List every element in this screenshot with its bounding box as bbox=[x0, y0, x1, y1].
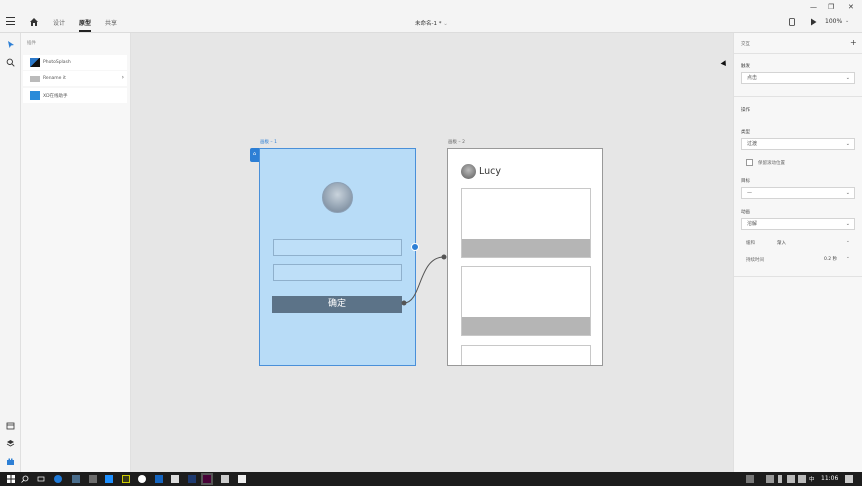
assets-icon[interactable] bbox=[6, 421, 15, 430]
plugin-item-photosplash[interactable]: PhotoSplash bbox=[23, 55, 127, 70]
play-preview-icon[interactable] bbox=[810, 18, 817, 26]
edge-icon[interactable] bbox=[54, 475, 62, 483]
adobe-xd-icon[interactable] bbox=[201, 473, 213, 485]
trigger-select[interactable]: 点击 ⌄ bbox=[741, 72, 855, 84]
interaction-handle[interactable] bbox=[411, 243, 419, 251]
type-select[interactable]: 过渡 ⌄ bbox=[741, 138, 855, 150]
plugin-label: Rename it bbox=[43, 76, 66, 81]
tray-icon[interactable] bbox=[746, 475, 754, 483]
app-icon[interactable] bbox=[238, 475, 246, 483]
title-bar: 设计 原型 共享 未命名-1 * ⌄ 100% ⌄ — ❐ ✕ bbox=[0, 0, 862, 33]
home-artboard-icon[interactable]: ⌂ bbox=[250, 148, 259, 162]
input-language[interactable]: 中 bbox=[809, 475, 815, 483]
action-header: 操作 bbox=[741, 108, 750, 113]
notification-icon[interactable] bbox=[845, 475, 853, 483]
task-view-icon[interactable] bbox=[37, 475, 45, 483]
plugin-item-rename-it[interactable]: Rename it › bbox=[23, 71, 127, 86]
user-name: Lucy bbox=[479, 166, 501, 177]
restore-icon[interactable]: ❐ bbox=[828, 3, 834, 11]
type-label: 类型 bbox=[741, 130, 750, 135]
zoom-chevron-icon[interactable]: ⌄ bbox=[845, 18, 849, 24]
rename-it-icon bbox=[30, 76, 40, 82]
artboard-2-label[interactable]: 画板 – 2 bbox=[448, 139, 465, 145]
panel-title: 插件 bbox=[27, 41, 36, 46]
easing-value[interactable]: 渐入 bbox=[777, 240, 786, 246]
active-tab-indicator bbox=[79, 30, 91, 32]
zoom-tool-icon[interactable] bbox=[6, 58, 15, 67]
app-icon[interactable] bbox=[221, 475, 229, 483]
interaction-wire bbox=[401, 254, 447, 306]
content-card bbox=[461, 266, 591, 336]
device-preview-icon[interactable] bbox=[789, 18, 795, 26]
artboard-2[interactable]: Lucy bbox=[447, 148, 603, 366]
zoom-level[interactable]: 100% bbox=[825, 18, 842, 25]
tray-icon[interactable] bbox=[766, 475, 774, 483]
chrome-icon[interactable] bbox=[138, 475, 146, 483]
plugins-icon[interactable] bbox=[6, 457, 15, 466]
easing-label: 缓和 bbox=[746, 241, 755, 246]
content-card bbox=[461, 188, 591, 258]
app-icon[interactable] bbox=[155, 475, 163, 483]
app-icon[interactable] bbox=[122, 475, 130, 483]
tab-prototype[interactable]: 原型 bbox=[79, 18, 91, 27]
app-icon[interactable] bbox=[188, 475, 196, 483]
search-icon[interactable] bbox=[21, 475, 29, 483]
app-icon[interactable] bbox=[105, 475, 113, 483]
close-icon[interactable]: ✕ bbox=[848, 3, 854, 11]
volume-icon[interactable] bbox=[798, 475, 806, 483]
preserve-scroll-label: 保留滚动位置 bbox=[758, 161, 785, 166]
layers-icon[interactable] bbox=[6, 439, 15, 448]
add-icon[interactable]: + bbox=[850, 38, 857, 47]
avatar[interactable] bbox=[322, 182, 353, 213]
photosplash-icon bbox=[30, 58, 40, 67]
minimize-icon[interactable]: — bbox=[810, 3, 817, 11]
interaction-panel: 交互 + 触发 点击 ⌄ 操作 类型 过渡 ⌄ 保留滚动位置 目标 — ⌄ 动画 溶解… bbox=[733, 33, 862, 472]
confirm-button[interactable]: 确定 bbox=[272, 296, 402, 313]
password-field[interactable] bbox=[273, 264, 402, 281]
xd-helper-icon bbox=[30, 91, 40, 100]
avatar bbox=[461, 164, 476, 179]
tool-rail bbox=[0, 33, 21, 472]
preserve-scroll-checkbox[interactable] bbox=[746, 159, 753, 166]
username-field[interactable] bbox=[273, 239, 402, 256]
animation-select[interactable]: 溶解 ⌄ bbox=[741, 218, 855, 230]
home-icon[interactable] bbox=[29, 17, 39, 27]
app-icon[interactable] bbox=[89, 475, 97, 483]
clock[interactable]: 11:06 bbox=[821, 475, 838, 482]
tab-share[interactable]: 共享 bbox=[105, 18, 117, 27]
chevron-right-icon[interactable]: › bbox=[122, 74, 124, 81]
chevron-down-icon: ⌄ bbox=[845, 221, 850, 227]
chevron-down-icon: ⌄ bbox=[845, 141, 850, 147]
plugin-item-xd-helper[interactable]: XD在线助手 bbox=[23, 88, 127, 103]
panel-title: 交互 bbox=[741, 42, 750, 47]
chevron-down-icon: ⌄ bbox=[845, 75, 850, 81]
plugins-panel: 插件 PhotoSplash Rename it › XD在线助手 bbox=[21, 33, 131, 472]
duration-label: 持续时间 bbox=[746, 258, 764, 263]
taskbar: 中 11:06 bbox=[0, 472, 862, 486]
chevron-down-icon[interactable]: ⌄ bbox=[846, 255, 850, 260]
chevron-down-icon[interactable]: ⌄ bbox=[846, 239, 850, 244]
content-card bbox=[461, 345, 591, 365]
tab-design[interactable]: 设计 bbox=[53, 18, 65, 27]
network-icon[interactable] bbox=[787, 475, 795, 483]
duration-value[interactable]: 0.2 秒 bbox=[824, 256, 837, 262]
select-tool-icon[interactable] bbox=[6, 40, 15, 49]
microphone-icon[interactable] bbox=[778, 475, 782, 483]
hamburger-menu-icon[interactable] bbox=[6, 17, 15, 25]
target-select[interactable]: — ⌄ bbox=[741, 187, 855, 199]
animation-label: 动画 bbox=[741, 210, 750, 215]
target-label: 目标 bbox=[741, 179, 750, 184]
plugin-label: XD在线助手 bbox=[43, 94, 68, 99]
app-icon[interactable] bbox=[72, 475, 80, 483]
document-title[interactable]: 未命名-1 * ⌄ bbox=[415, 19, 448, 27]
plugin-label: PhotoSplash bbox=[43, 60, 71, 65]
app-icon[interactable] bbox=[171, 475, 179, 483]
windows-start-icon[interactable] bbox=[7, 475, 15, 483]
trigger-label: 触发 bbox=[741, 64, 750, 69]
artboard-1[interactable] bbox=[259, 148, 416, 366]
artboard-1-label[interactable]: 画板 – 1 bbox=[260, 139, 277, 145]
chevron-down-icon: ⌄ bbox=[845, 190, 850, 196]
